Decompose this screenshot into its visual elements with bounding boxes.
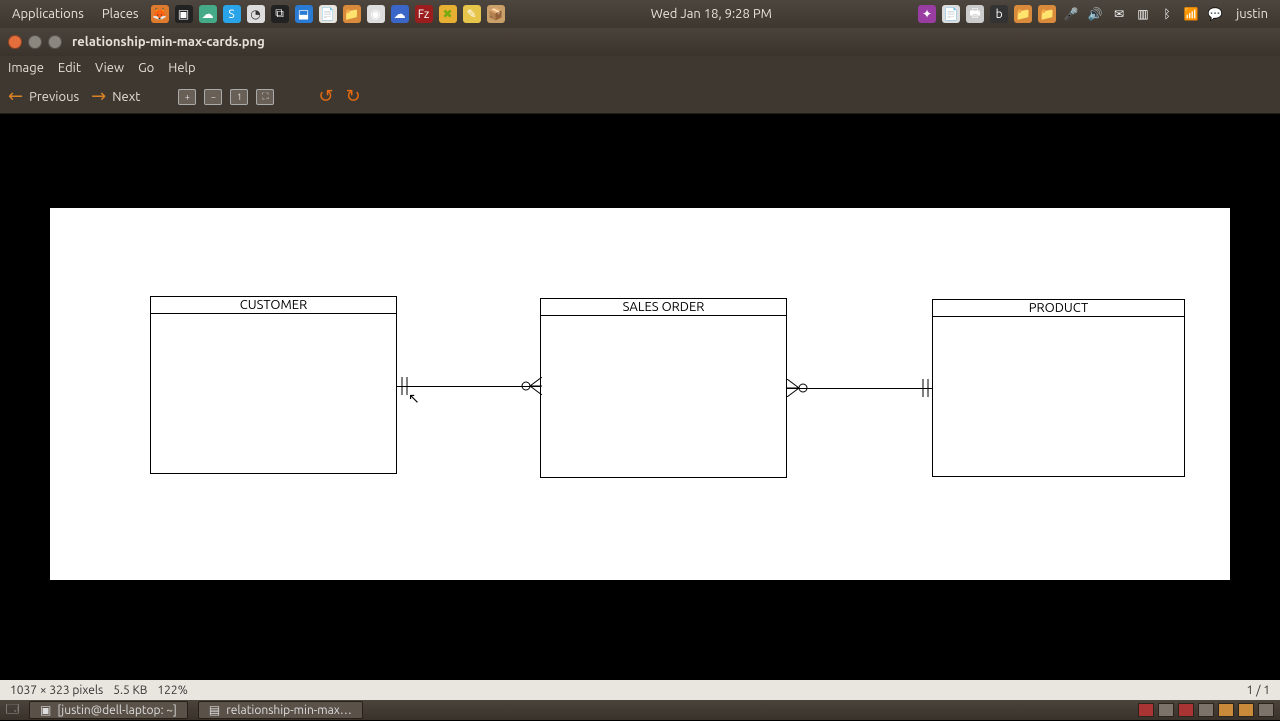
menu-go[interactable]: Go (138, 61, 154, 75)
workspace-1[interactable] (1138, 703, 1154, 717)
zoom-in-button[interactable]: + (178, 89, 196, 105)
firefox-icon[interactable]: 🦊 (151, 5, 169, 23)
entity-product-title: PRODUCT (933, 300, 1184, 317)
entity-product: PRODUCT (932, 299, 1185, 477)
taskbar-image-label: relationship-min-max… (226, 704, 352, 717)
arrow-right-icon: → (91, 86, 106, 107)
previous-label: Previous (29, 90, 79, 104)
document-icon[interactable]: 📄 (319, 5, 337, 23)
pidgin-icon[interactable]: ☁ (199, 5, 217, 23)
taskbar-terminal[interactable]: ▣ [justin@dell-laptop: ~] (29, 701, 188, 719)
window-titlebar: relationship-min-max-cards.png (0, 28, 1280, 56)
tool-icon[interactable]: ✖ (439, 5, 457, 23)
indicator-doc-icon[interactable]: 📄 (942, 5, 960, 23)
window-close-button[interactable] (8, 35, 22, 49)
file-manager-icon[interactable]: 📁 (343, 5, 361, 23)
dropbox-icon[interactable]: ⬓ (295, 5, 313, 23)
volume-icon[interactable]: 🔊 (1086, 5, 1104, 23)
gnome-top-panel: Applications Places 🦊 ▣ ☁ S ◔ ⧉ ⬓ 📄 📁 ◉ … (0, 0, 1280, 28)
indicator-app-icon[interactable]: ✦ (918, 5, 936, 23)
rotate-right-button[interactable]: ↻ (345, 86, 360, 107)
show-desktop-icon[interactable]: 🗔 (6, 700, 19, 721)
image-page: CUSTOMER SALES ORDER PRODUCT (50, 208, 1230, 580)
microphone-icon[interactable]: 🎤 (1062, 5, 1080, 23)
chat-icon[interactable]: ☁ (391, 5, 409, 23)
cardinality-zero-many-icon (787, 379, 809, 397)
cardinality-one-one-icon (918, 379, 934, 397)
mail-icon[interactable]: ✉ (1110, 5, 1128, 23)
taskbar-terminal-label: [justin@dell-laptop: ~] (57, 704, 177, 717)
messaging-icon[interactable]: 💬 (1206, 5, 1224, 23)
next-label: Next (112, 90, 140, 104)
terminal-small-icon: ▣ (40, 703, 51, 717)
workspace-switcher[interactable] (1138, 703, 1274, 717)
window-minimize-button[interactable] (28, 35, 42, 49)
user-menu[interactable]: justin (1230, 7, 1274, 21)
window-title: relationship-min-max-cards.png (72, 35, 265, 49)
gnome-bottom-panel: 🗔 ▣ [justin@dell-laptop: ~] ▤ relationsh… (0, 700, 1280, 720)
arrow-left-icon: ← (8, 86, 23, 107)
next-button[interactable]: → Next (91, 86, 140, 107)
mouse-cursor-icon: ↖ (408, 390, 420, 407)
bluetooth-icon[interactable]: ᛒ (1158, 5, 1176, 23)
entity-customer-title: CUSTOMER (151, 297, 396, 314)
battery-icon[interactable]: ▥ (1134, 5, 1152, 23)
network-icon[interactable]: 📶 (1182, 5, 1200, 23)
app-menu-bar: Image Edit View Go Help (0, 56, 1280, 80)
status-dimensions: 1037 × 323 pixels (10, 684, 103, 697)
workspace-4[interactable] (1198, 703, 1214, 717)
menu-applications[interactable]: Applications (6, 7, 90, 21)
indicator-folder2-icon[interactable]: 📁 (1038, 5, 1056, 23)
image-small-icon: ▤ (209, 703, 220, 717)
toolbar: ← Previous → Next + − 1 ⛶ ↺ ↻ (0, 80, 1280, 114)
workspace-2[interactable] (1158, 703, 1174, 717)
status-page: 1 / 1 (1247, 684, 1270, 697)
entity-sales-order-title: SALES ORDER (541, 299, 786, 316)
window-maximize-button[interactable] (48, 35, 62, 49)
clock-text[interactable]: Wed Jan 18, 9:28 PM (641, 7, 782, 21)
system-monitor-icon[interactable]: ⧉ (271, 5, 289, 23)
trash-icon[interactable] (1258, 703, 1274, 717)
taskbar-image-viewer[interactable]: ▤ relationship-min-max… (198, 701, 363, 719)
menu-places[interactable]: Places (96, 7, 145, 21)
status-bar: 1037 × 323 pixels 5.5 KB 122% 1 / 1 (0, 680, 1280, 700)
skype-icon[interactable]: S (223, 5, 241, 23)
menu-edit[interactable]: Edit (58, 61, 81, 75)
zoom-fit-button[interactable]: ⛶ (256, 89, 274, 105)
cardinality-zero-many-icon (520, 377, 542, 395)
clock-icon[interactable]: ◔ (247, 5, 265, 23)
notes-icon[interactable]: ✎ (463, 5, 481, 23)
zoom-100-button[interactable]: 1 (230, 89, 248, 105)
connector-customer-salesorder (397, 386, 540, 387)
menu-help[interactable]: Help (168, 61, 195, 75)
indicator-folder-icon[interactable]: 📁 (1014, 5, 1032, 23)
menu-image[interactable]: Image (8, 61, 44, 75)
entity-sales-order: SALES ORDER (540, 298, 787, 478)
zoom-out-button[interactable]: − (204, 89, 222, 105)
archive-icon[interactable]: 📦 (487, 5, 505, 23)
terminal-icon[interactable]: ▣ (175, 5, 193, 23)
entity-customer: CUSTOMER (150, 296, 397, 474)
workspace-3[interactable] (1178, 703, 1194, 717)
menu-view[interactable]: View (95, 61, 124, 75)
indicator-banshee-icon[interactable]: b (990, 5, 1008, 23)
rotate-left-button[interactable]: ↺ (318, 86, 333, 107)
workspace-5[interactable] (1218, 703, 1234, 717)
indicator-printer-icon[interactable]: 🖶 (966, 5, 984, 23)
previous-button[interactable]: ← Previous (8, 86, 79, 107)
filezilla-icon[interactable]: Fz (415, 5, 433, 23)
chromium-icon[interactable]: ◉ (367, 5, 385, 23)
image-canvas[interactable]: CUSTOMER SALES ORDER PRODUCT (0, 114, 1280, 680)
workspace-6[interactable] (1238, 703, 1254, 717)
status-zoom: 122% (157, 684, 187, 697)
status-filesize: 5.5 KB (113, 684, 147, 697)
